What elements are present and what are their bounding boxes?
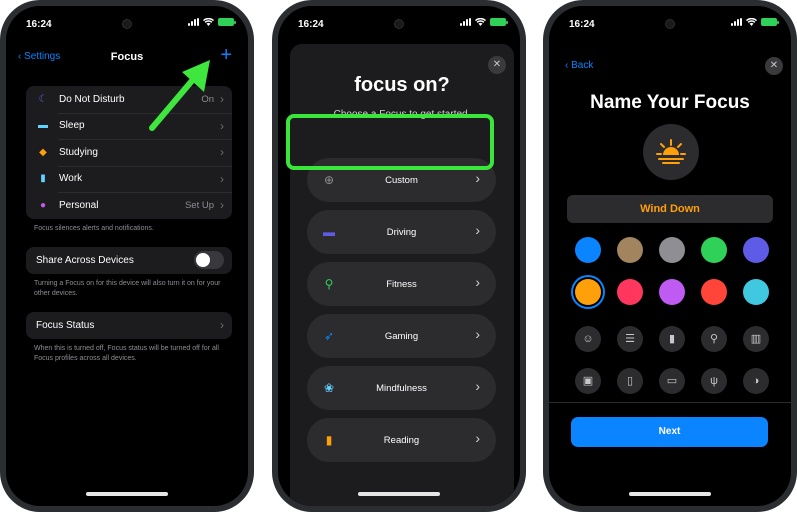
color-swatch[interactable] bbox=[659, 279, 685, 305]
card-icon[interactable]: ▭ bbox=[659, 368, 685, 394]
color-swatch[interactable] bbox=[659, 237, 685, 263]
chevron-right-icon: › bbox=[220, 198, 224, 213]
share-row: Share Across Devices bbox=[26, 247, 232, 274]
chevron-right-icon: › bbox=[220, 171, 224, 186]
status-time: 16:24 bbox=[298, 19, 324, 30]
chevron-right-icon: › bbox=[475, 430, 480, 446]
color-swatch[interactable] bbox=[617, 279, 643, 305]
battery-icon bbox=[490, 18, 508, 26]
color-swatch[interactable] bbox=[575, 237, 601, 263]
chevron-right-icon: › bbox=[475, 326, 480, 342]
option-fitness[interactable]: ⚲ Fitness › bbox=[307, 262, 496, 306]
status-bar: 16:24 bbox=[6, 6, 248, 40]
focus-icon-preview bbox=[643, 124, 699, 180]
chevron-right-icon: › bbox=[475, 222, 480, 238]
sunset-icon bbox=[656, 139, 686, 164]
bookmark-icon[interactable]: ▮ bbox=[659, 326, 685, 352]
share-toggle[interactable] bbox=[194, 251, 224, 270]
screen: 16:24 ‹ Back ✕ Name Your Focus Wind Down… bbox=[549, 6, 791, 506]
rocket-icon: ➶ bbox=[323, 329, 335, 343]
signal-icon bbox=[731, 18, 742, 26]
phone-name-focus: 16:24 ‹ Back ✕ Name Your Focus Wind Down… bbox=[543, 0, 797, 512]
back-button[interactable]: ‹ Back bbox=[565, 60, 593, 71]
chevron-right-icon: › bbox=[475, 378, 480, 394]
divider bbox=[549, 402, 791, 403]
color-swatch[interactable] bbox=[701, 279, 727, 305]
option-driving[interactable]: ▬ Driving › bbox=[307, 210, 496, 254]
home-indicator bbox=[358, 492, 440, 496]
focus-status-note: When this is turned off, Focus status wi… bbox=[34, 345, 219, 362]
focus-note: Focus silences alerts and notifications. bbox=[34, 225, 154, 232]
book-icon: ▮ bbox=[325, 433, 333, 447]
wifi-icon bbox=[203, 18, 214, 26]
document-icon[interactable]: ▯ bbox=[617, 368, 643, 394]
option-mindfulness[interactable]: ❀ Mindfulness › bbox=[307, 366, 496, 410]
phone-focus-settings: 16:24 ‹ Settings Focus + ☾ Do Not Distur… bbox=[0, 0, 254, 512]
chevron-right-icon: › bbox=[475, 170, 480, 186]
wifi-icon bbox=[746, 18, 757, 26]
bed-icon: ▬ bbox=[38, 120, 48, 132]
battery-icon bbox=[761, 18, 779, 26]
focus-status-group: Focus Status › bbox=[26, 312, 232, 339]
option-gaming[interactable]: ➶ Gaming › bbox=[307, 314, 496, 358]
signal-icon bbox=[188, 18, 199, 26]
pin-icon[interactable]: ⚲ bbox=[701, 326, 727, 352]
fork-knife-icon[interactable]: ψ bbox=[701, 368, 727, 394]
smiley-icon[interactable]: ☺ bbox=[575, 326, 601, 352]
color-swatch[interactable] bbox=[743, 237, 769, 263]
status-time: 16:24 bbox=[569, 19, 595, 30]
color-swatch[interactable] bbox=[701, 237, 727, 263]
chevron-right-icon: › bbox=[475, 274, 480, 290]
custom-highlight bbox=[286, 114, 494, 170]
battery-icon bbox=[218, 18, 236, 26]
share-group: Share Across Devices bbox=[26, 247, 232, 274]
status-time: 16:24 bbox=[26, 19, 52, 30]
focus-row-studying[interactable]: ◆ Studying › bbox=[26, 139, 232, 166]
close-icon[interactable]: ✕ bbox=[488, 56, 506, 74]
next-button[interactable]: Next bbox=[571, 417, 768, 447]
status-bar: 16:24 bbox=[549, 6, 791, 40]
moon-icon: ☾ bbox=[38, 93, 48, 105]
share-note: Turning a Focus on for this device will … bbox=[34, 280, 221, 297]
focus-name-field[interactable]: Wind Down bbox=[567, 195, 773, 223]
phone-choose-focus: 16:24 ✕ focus on? Choose a Focus to get … bbox=[272, 0, 526, 512]
option-reading[interactable]: ▮ Reading › bbox=[307, 418, 496, 462]
signal-icon bbox=[460, 18, 471, 26]
books-icon[interactable]: ▥ bbox=[743, 326, 769, 352]
plus-icon[interactable]: + bbox=[220, 44, 232, 67]
focus-row-work[interactable]: ▮ Work › bbox=[26, 165, 232, 193]
id-badge-icon: ▮ bbox=[40, 173, 46, 185]
page-title: Name Your Focus bbox=[590, 92, 750, 113]
chevron-right-icon: › bbox=[220, 145, 224, 160]
annotation-arrow-icon bbox=[149, 60, 210, 131]
car-icon: ▬ bbox=[323, 225, 335, 239]
chevron-right-icon: › bbox=[220, 118, 224, 133]
flower-icon: ❀ bbox=[323, 381, 335, 395]
list-icon[interactable]: ☰ bbox=[617, 326, 643, 352]
home-indicator bbox=[629, 492, 711, 496]
running-icon: ⚲ bbox=[324, 277, 334, 291]
sheet-heading: focus on? bbox=[354, 74, 450, 96]
focus-row-personal[interactable]: ● Personal Set Up › bbox=[26, 192, 232, 219]
color-swatch[interactable] bbox=[617, 237, 643, 263]
focus-status-row[interactable]: Focus Status › bbox=[26, 312, 232, 339]
chevron-right-icon: › bbox=[220, 92, 224, 107]
close-icon[interactable]: ✕ bbox=[765, 57, 783, 75]
status-bar: 16:24 bbox=[278, 6, 520, 40]
wifi-icon bbox=[475, 18, 486, 26]
nav-bar: ‹ Back ✕ bbox=[549, 54, 791, 80]
chevron-right-icon: › bbox=[220, 318, 224, 333]
home-indicator bbox=[86, 492, 168, 496]
pills-icon[interactable]: ◑ bbox=[743, 368, 769, 394]
person-icon: ● bbox=[39, 199, 47, 211]
gift-icon[interactable]: ▣ bbox=[575, 368, 601, 394]
screen: 16:24 ✕ focus on? Choose a Focus to get … bbox=[278, 6, 520, 506]
color-swatch[interactable] bbox=[743, 279, 769, 305]
plus-circle-icon: ⊕ bbox=[323, 173, 335, 187]
color-swatch[interactable] bbox=[575, 279, 601, 305]
graduation-cap-icon: ◆ bbox=[39, 146, 47, 158]
